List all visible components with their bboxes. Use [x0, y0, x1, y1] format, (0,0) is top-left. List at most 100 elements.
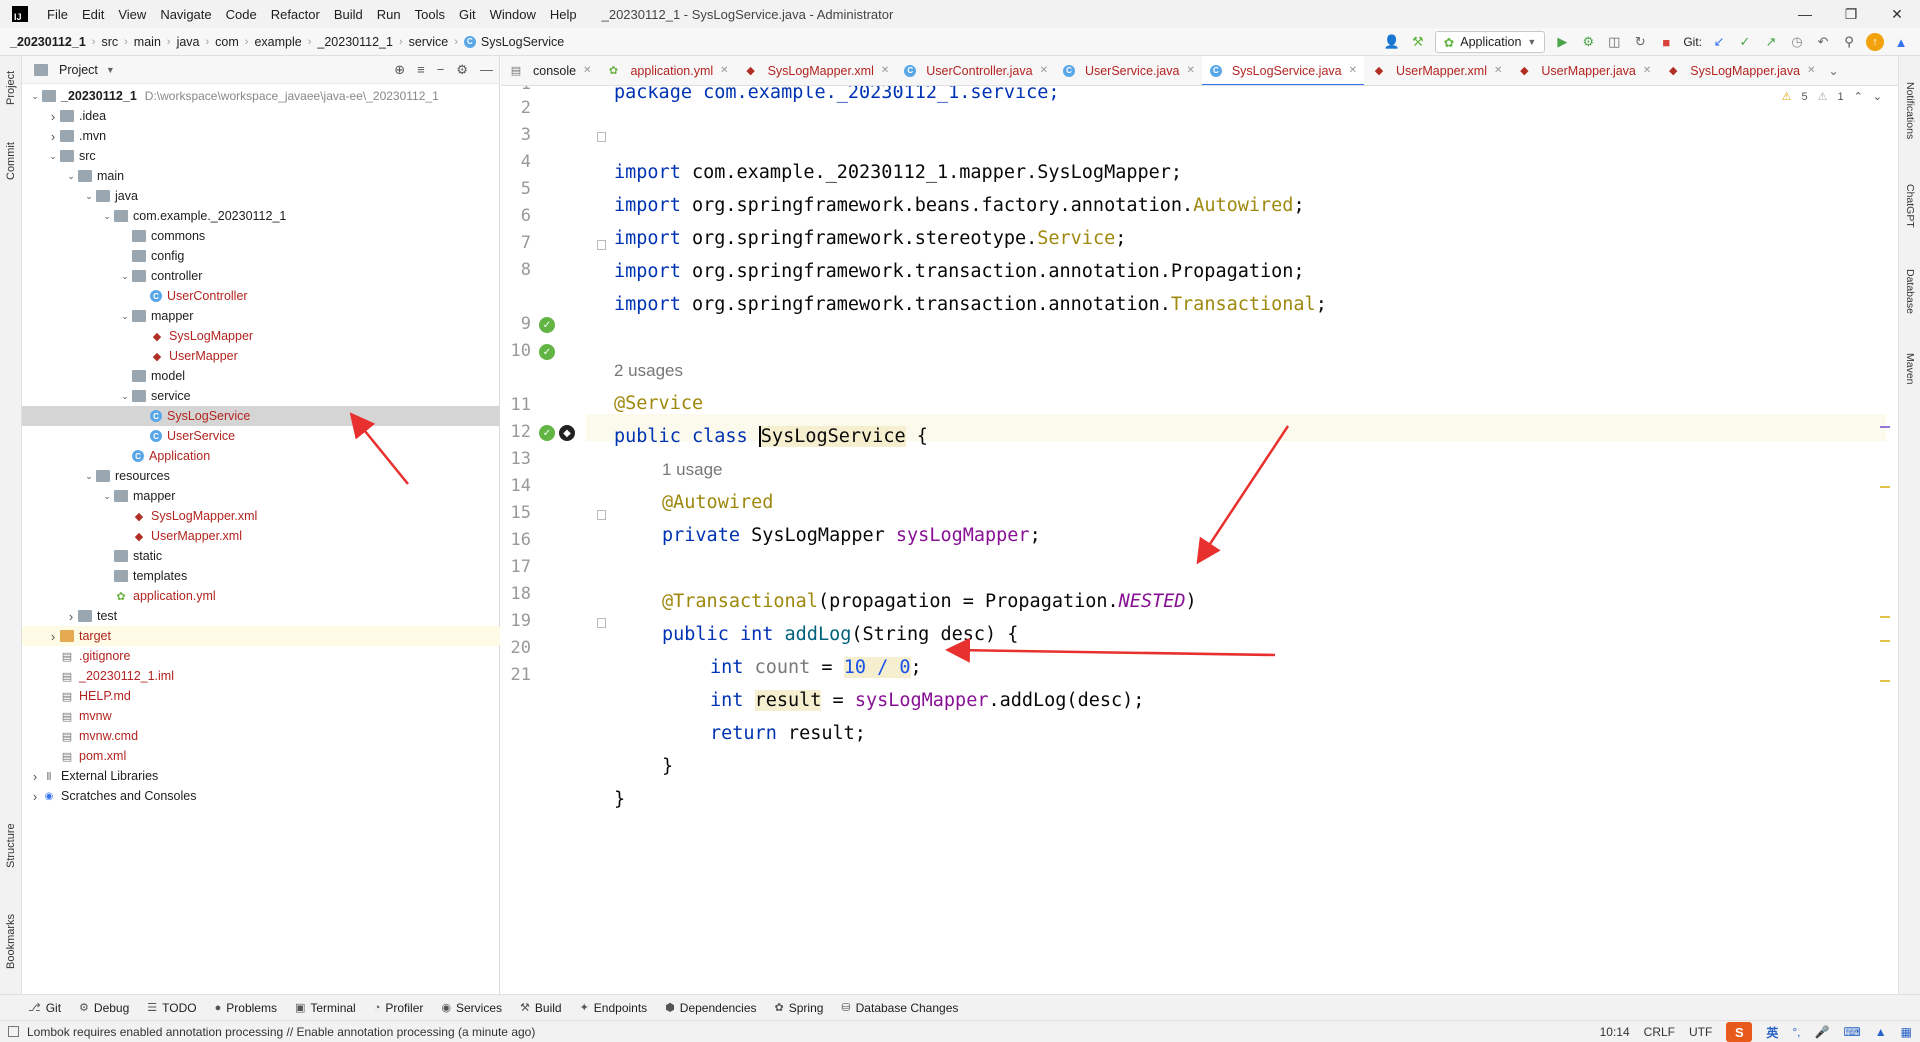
chevron-right-icon[interactable]: › [46, 129, 60, 144]
close-tab-icon[interactable]: ✕ [1494, 65, 1502, 76]
tree-item[interactable]: templates [22, 566, 500, 586]
line-number[interactable]: 4 [501, 152, 531, 172]
line-number[interactable]: 13 [501, 449, 531, 469]
tree-item[interactable]: ✿ application.yml [22, 586, 500, 606]
restore-icon[interactable]: ❐ [1828, 0, 1874, 28]
intellij-logo-icon[interactable]: IJ [12, 6, 28, 22]
hide-icon[interactable]: — [480, 62, 493, 78]
editor-tab[interactable]: ▤ console ✕ [501, 56, 598, 85]
chevron-down-icon[interactable]: ⌄ [118, 271, 132, 282]
menu-code[interactable]: Code [219, 7, 264, 22]
minimize-icon[interactable]: — [1782, 0, 1828, 28]
tree-item[interactable]: ▤ .gitignore [22, 646, 500, 666]
tree-item[interactable]: model [22, 366, 500, 386]
chevron-right-icon[interactable]: › [28, 789, 42, 804]
tree-item[interactable]: ▤ HELP.md [22, 686, 500, 706]
ime-logo-icon[interactable]: S [1726, 1022, 1753, 1042]
line-number[interactable]: 21 [501, 665, 531, 685]
close-tab-icon[interactable]: ✕ [1807, 65, 1815, 76]
history-icon[interactable]: ◷ [1788, 33, 1806, 51]
close-tab-icon[interactable]: ✕ [1040, 65, 1048, 76]
breadcrumb-item[interactable]: _20230112_1 [317, 35, 393, 49]
tree-item[interactable]: ⌄ src [22, 146, 500, 166]
tree-item[interactable]: ▤ mvnw.cmd [22, 726, 500, 746]
collapse-all-icon[interactable]: − [437, 62, 445, 78]
chevron-right-icon[interactable]: › [28, 769, 42, 784]
tree-item[interactable]: commons [22, 226, 500, 246]
tool-git[interactable]: ⎇ Git [28, 1001, 61, 1015]
menu-run[interactable]: Run [370, 7, 408, 22]
ime-mode[interactable]: 英 [1766, 1024, 1778, 1041]
caret-position[interactable]: 10:14 [1600, 1025, 1630, 1039]
tool-build[interactable]: ⚒ Build [520, 1001, 562, 1015]
fold-marker-icon[interactable] [597, 240, 606, 250]
menu-tools[interactable]: Tools [408, 7, 452, 22]
tool-debug[interactable]: ⚙ Debug [79, 1001, 129, 1015]
line-number[interactable]: 12 [501, 422, 531, 442]
tool-todo[interactable]: ☰ TODO [147, 1001, 196, 1015]
menu-build[interactable]: Build [327, 7, 370, 22]
close-tab-icon[interactable]: ✕ [1643, 65, 1651, 76]
tree-item[interactable]: C UserService [22, 426, 500, 446]
tree-item[interactable]: C UserController [22, 286, 500, 306]
tree-item[interactable]: static [22, 546, 500, 566]
tree-item[interactable]: › .mvn [22, 126, 500, 146]
editor-tab[interactable]: C UserService.java ✕ [1055, 56, 1202, 85]
line-number[interactable]: 19 [501, 611, 531, 631]
chevron-down-icon[interactable]: ⌄ [28, 91, 42, 102]
expand-all-icon[interactable]: ≡ [417, 62, 425, 78]
breadcrumb-item[interactable]: _20230112_1 [10, 35, 86, 49]
chevron-down-icon[interactable]: ⌄ [82, 471, 96, 482]
tree-item[interactable]: › Ⅱ External Libraries [22, 766, 500, 786]
git-update-icon[interactable]: ↙ [1710, 33, 1728, 51]
profile-icon[interactable]: ↻ [1631, 33, 1649, 51]
shirt-icon[interactable]: ▲ [1875, 1025, 1887, 1039]
inspection-widget[interactable]: ⚠ 5 ⚠ 1 ⌃ ⌄ [1782, 90, 1882, 104]
line-number[interactable]: 1 [501, 86, 531, 94]
menu-edit[interactable]: Edit [75, 7, 111, 22]
breadcrumb-item[interactable]: java [177, 35, 200, 49]
editor-tab[interactable]: ◆ SysLogMapper.xml ✕ [736, 56, 897, 85]
tree-item[interactable]: ◆ UserMapper.xml [22, 526, 500, 546]
chevron-down-icon[interactable]: ⌄ [100, 491, 114, 502]
tool-window-project[interactable]: Project [2, 64, 20, 112]
chevron-down-icon[interactable]: ⌄ [100, 211, 114, 222]
tree-item[interactable]: › ◉ Scratches and Consoles [22, 786, 500, 806]
line-number[interactable]: 2 [501, 98, 531, 118]
ide-logo-icon[interactable]: ▲ [1892, 33, 1910, 51]
close-tab-icon[interactable]: ✕ [583, 65, 591, 76]
line-number[interactable]: 17 [501, 557, 531, 577]
git-push-icon[interactable]: ↗ [1762, 33, 1780, 51]
keyboard-icon[interactable]: ⌨ [1843, 1025, 1860, 1039]
editor-tab[interactable]: ◆ UserMapper.xml ✕ [1364, 56, 1509, 85]
breadcrumb-item[interactable]: service [409, 35, 449, 49]
tree-item[interactable]: › .idea [22, 106, 500, 126]
breadcrumb-item[interactable]: src [101, 35, 118, 49]
line-number[interactable]: 15 [501, 503, 531, 523]
menu-navigate[interactable]: Navigate [153, 7, 218, 22]
tool-dependencies[interactable]: ⬢ Dependencies [665, 1001, 756, 1015]
tree-item[interactable]: C SysLogService [22, 406, 500, 426]
line-number[interactable]: 6 [501, 206, 531, 226]
rollback-icon[interactable]: ↶ [1814, 33, 1832, 51]
close-window-icon[interactable]: ✕ [1874, 0, 1920, 28]
tree-item[interactable]: ⌄ resources [22, 466, 500, 486]
debug-icon[interactable]: ⚙ [1579, 33, 1597, 51]
autowired-bean-icon[interactable]: ✓ [539, 425, 555, 441]
gear-icon[interactable]: ⚙ [456, 62, 468, 78]
menu-file[interactable]: File [40, 7, 75, 22]
fold-marker-icon[interactable] [597, 618, 606, 628]
hammer-icon[interactable]: ⚒ [1409, 33, 1427, 51]
tool-problems[interactable]: ● Problems [215, 1001, 277, 1015]
editor-tab[interactable]: C UserController.java ✕ [896, 56, 1055, 85]
breadcrumb-item[interactable]: example [254, 35, 301, 49]
breadcrumb-item[interactable]: main [134, 35, 161, 49]
line-number[interactable]: 9 [501, 314, 531, 334]
line-number[interactable]: 11 [501, 395, 531, 415]
tree-item[interactable]: › target [22, 626, 500, 646]
tool-window-bookmarks[interactable]: Bookmarks [2, 906, 20, 976]
chevron-down-icon[interactable]: ⌄ [46, 151, 60, 162]
line-number[interactable]: 14 [501, 476, 531, 496]
menu-refactor[interactable]: Refactor [264, 7, 327, 22]
tree-item[interactable]: ▤ _20230112_1.iml [22, 666, 500, 686]
